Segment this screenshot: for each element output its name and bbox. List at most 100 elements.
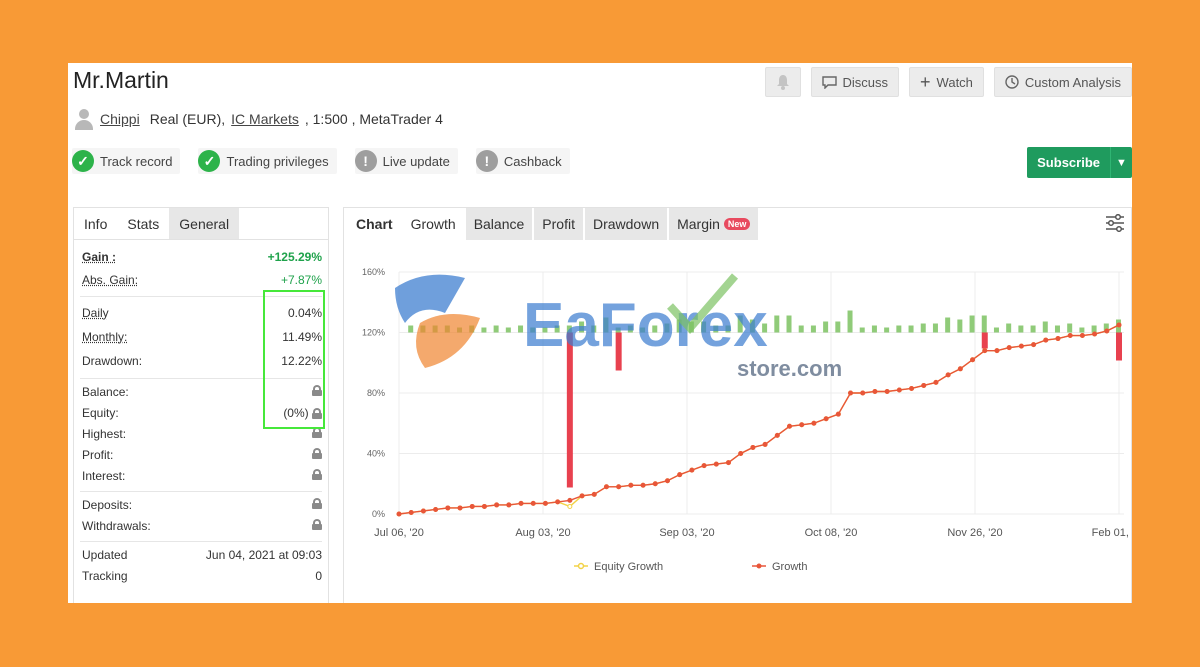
stat-label[interactable]: Monthly: <box>82 330 127 344</box>
chart-panel: Chart Growth Balance Profit Drawdown Mar… <box>343 207 1132 603</box>
series-point <box>469 503 475 509</box>
profit-bar <box>408 325 414 333</box>
series-point <box>982 348 988 354</box>
subscribe-button[interactable]: Subscribe ▼ <box>1027 147 1132 178</box>
profit-bar <box>457 327 463 333</box>
stat-label[interactable]: Gain : <box>82 250 116 264</box>
strategy-panel: Mr.Martin Discuss + Watch Custom Analysi… <box>68 63 1132 603</box>
tab-drawdown[interactable]: Drawdown <box>584 208 668 240</box>
series-point <box>506 502 512 508</box>
chart-grid <box>398 271 1124 515</box>
series-point <box>860 390 866 396</box>
x-tick-label: Aug 03, '20 <box>515 527 570 539</box>
series-point <box>970 357 976 363</box>
series-point <box>420 508 426 514</box>
series-point <box>774 432 780 438</box>
stat-value: Jun 04, 2021 at 09:03 <box>205 548 322 562</box>
watch-button[interactable]: + Watch <box>909 67 984 97</box>
check-icon: ✓ <box>72 150 94 172</box>
stat-value: 0 <box>315 569 322 583</box>
account-type: Real (EUR), <box>149 111 226 127</box>
profit-bar <box>469 325 475 333</box>
series-point <box>1018 343 1024 349</box>
y-tick-label: 160% <box>362 267 385 277</box>
tab-balance[interactable]: Balance <box>465 208 533 240</box>
profit-bar <box>530 327 536 333</box>
profit-bar <box>810 325 816 333</box>
loss-bar <box>615 332 622 371</box>
series-point <box>787 423 793 429</box>
badge-track-record[interactable]: ✓ Track record <box>72 148 181 174</box>
sliders-icon[interactable] <box>1105 214 1125 232</box>
series-point <box>823 416 829 422</box>
badge-trading-privileges[interactable]: ✓ Trading privileges <box>198 148 337 174</box>
tab-info[interactable]: Info <box>74 208 117 239</box>
y-tick-label: 0% <box>372 509 385 519</box>
profit-bar <box>444 325 450 333</box>
profit-bar <box>1067 323 1073 333</box>
series-point <box>835 411 841 417</box>
profit-bar <box>579 321 585 333</box>
profit-bar <box>896 325 902 333</box>
profit-bar <box>859 327 865 333</box>
badge-cashback[interactable]: ! Cashback <box>475 148 570 174</box>
stat-label[interactable]: Abs. Gain: <box>82 273 138 287</box>
owner-link[interactable]: Chippi <box>100 111 140 127</box>
tab-margin[interactable]: Margin New <box>669 208 759 240</box>
profit-bar <box>1006 323 1012 333</box>
chevron-down-icon[interactable]: ▼ <box>1110 147 1132 178</box>
chart-legend: Equity Growth Growth <box>574 561 807 573</box>
profit-bar <box>627 325 633 333</box>
divider <box>80 491 322 492</box>
stat-label: Withdrawals: <box>82 519 151 533</box>
tab-stats[interactable]: Stats <box>117 208 170 239</box>
stat-value: +7.87% <box>280 273 322 287</box>
notify-button[interactable] <box>764 67 801 97</box>
legend-marker-growth <box>756 563 762 569</box>
series-point <box>896 387 902 393</box>
series-point <box>750 444 756 450</box>
y-tick-label: 80% <box>367 388 385 398</box>
series-point <box>567 497 573 503</box>
series-point <box>542 500 548 506</box>
badge-label: Cashback <box>503 153 562 169</box>
profit-bar <box>603 317 609 333</box>
legend-marker-equity <box>577 562 585 570</box>
account-info: Chippi Real (EUR), IC Markets , 1:500 , … <box>74 108 443 130</box>
series-point <box>518 500 524 506</box>
profit-bar <box>1018 325 1024 333</box>
profit-bar <box>652 325 658 333</box>
stat-withdrawals: Withdrawals: <box>74 519 328 533</box>
series-point <box>1006 345 1012 351</box>
stat-label: Updated <box>82 548 128 562</box>
broker-link[interactable]: IC Markets <box>231 111 299 127</box>
profit-bar <box>725 325 731 333</box>
profit-bar <box>884 327 890 333</box>
growth-chart: 0% 40% 80% 120% 160% Jul 06, '20 Aug 03, '20 S… <box>362 267 1131 573</box>
profit-bar <box>542 327 548 333</box>
custom-analysis-button[interactable]: Custom Analysis <box>993 67 1132 97</box>
series-point <box>481 503 487 509</box>
discuss-button[interactable]: Discuss <box>810 67 900 97</box>
stat-label: Balance: <box>82 385 129 399</box>
x-tick-label: Nov 26, '20 <box>947 527 1002 539</box>
badge-live-update[interactable]: ! Live update <box>354 148 458 174</box>
y-tick-label: 120% <box>362 328 385 338</box>
profit-bar <box>640 327 646 333</box>
profit-bar <box>1042 321 1048 333</box>
profit-bar <box>688 321 694 333</box>
tab-general[interactable]: General <box>169 208 240 239</box>
tab-profit[interactable]: Profit <box>534 208 583 240</box>
tab-growth[interactable]: Growth <box>403 208 464 240</box>
chart-tabs: Chart Growth Balance Profit Drawdown Mar… <box>344 208 1131 240</box>
profit-bar <box>847 310 853 333</box>
profit-bar <box>481 327 487 333</box>
stat-value: +125.29% <box>267 250 322 264</box>
series-point <box>640 482 646 488</box>
bell-icon <box>776 75 789 90</box>
stat-label[interactable]: Daily <box>82 306 109 320</box>
profit-bar <box>786 315 792 333</box>
profit-bar <box>701 321 707 333</box>
badge-label: Track record <box>100 153 173 169</box>
stat-label: Drawdown: <box>82 354 143 368</box>
